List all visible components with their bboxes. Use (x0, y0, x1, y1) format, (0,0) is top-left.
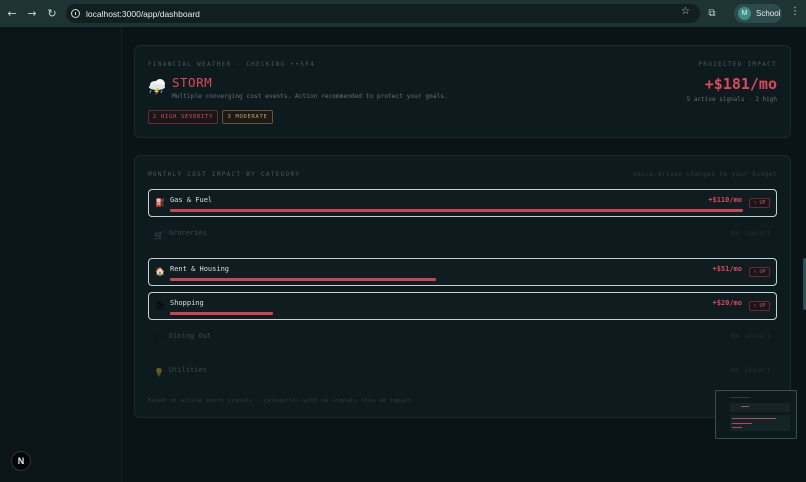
lightbulb-icon: 💡 (154, 368, 164, 377)
projected-impact-label: Projected impact (698, 61, 777, 68)
shopping-bag-icon: 🛍 (155, 301, 166, 310)
category-row[interactable]: 🍽 Dining Out No impact (148, 326, 777, 354)
weather-label: Financial weather · checking ••5F4 (148, 61, 316, 68)
profile-button[interactable]: M School (734, 4, 782, 23)
nextjs-dev-badge[interactable]: N (11, 451, 31, 471)
category-amount: +$110/mo (708, 196, 742, 204)
no-impact-label: No impact (731, 332, 771, 340)
no-impact-label: No impact (731, 366, 771, 374)
trend-up-badge: ↑ UP (749, 267, 770, 277)
category-row[interactable]: ⛽ Gas & Fuel +$110/mo ↑ UP (148, 189, 777, 217)
impact-title: Monthly cost impact by category (148, 171, 301, 178)
category-name: Gas & Fuel (170, 196, 213, 204)
address-bar[interactable]: localhost:3000/app/dashboard ☆ (66, 4, 700, 23)
category-name: Groceries (169, 229, 207, 237)
impact-bar-track (170, 209, 743, 212)
avatar: M (738, 7, 751, 20)
storm-cloud-icon (149, 79, 165, 95)
browser-menu-icon[interactable]: ⋮ (790, 6, 800, 21)
forward-icon[interactable]: → (22, 4, 42, 24)
house-icon: 🏠 (155, 267, 165, 276)
impact-bar-fill (170, 278, 437, 281)
category-amount: +$51/mo (712, 265, 742, 273)
back-icon[interactable]: ← (2, 4, 22, 24)
reload-icon[interactable]: ↻ (42, 4, 62, 24)
category-name: Shopping (170, 299, 204, 307)
high-severity-badge[interactable]: 2 high severity (148, 110, 218, 124)
projected-impact-subtext: 5 active signals · 2 high (686, 96, 777, 103)
category-row[interactable]: 💡 Utilities No impact (148, 360, 777, 388)
fuel-pump-icon: ⛽ (155, 198, 165, 207)
impact-bar-track (170, 278, 743, 281)
shopping-cart-icon: 🛒 (154, 231, 164, 240)
category-name: Rent & Housing (170, 265, 230, 273)
weather-description: Multiple converging cost events. Action … (172, 93, 448, 100)
financial-weather-card: Financial weather · checking ••5F4 Proje… (134, 45, 791, 138)
browser-toolbar: ← → ↻ localhost:3000/app/dashboard ☆ ⧉ M… (0, 0, 806, 27)
impact-footnote: Based on active macro signals · categori… (148, 398, 412, 404)
impact-bar-track (170, 312, 743, 315)
bookmark-star-icon[interactable]: ☆ (681, 6, 690, 17)
no-impact-label: No impact (731, 229, 771, 237)
extensions-icon[interactable]: ⧉ (705, 4, 719, 22)
category-row[interactable]: 🛍 Shopping +$20/mo ↑ UP (148, 292, 777, 320)
screenshot-thumbnail[interactable] (715, 390, 797, 439)
sidebar (0, 27, 122, 482)
category-row[interactable]: 🛒 Groceries No impact (148, 223, 777, 251)
site-info-icon[interactable] (71, 9, 80, 18)
impact-bar-fill (170, 209, 743, 212)
impact-hint: macro-driven changes to your budget (633, 171, 777, 178)
category-amount: +$20/mo (712, 299, 742, 307)
profile-name: School (756, 9, 781, 18)
weather-status: STORM (172, 75, 213, 90)
projected-impact-value: +$181/mo (704, 75, 777, 93)
impact-bar-fill (170, 312, 274, 315)
moderate-badge[interactable]: 3 moderate (222, 110, 273, 124)
fork-knife-icon: 🍽 (154, 334, 165, 343)
category-impact-card: Monthly cost impact by category macro-dr… (134, 155, 791, 418)
trend-up-badge: ↑ UP (749, 198, 770, 208)
category-name: Dining Out (169, 332, 212, 340)
url-text[interactable]: localhost:3000/app/dashboard (86, 9, 200, 19)
category-name: Utilities (169, 366, 207, 374)
trend-up-badge: ↑ UP (749, 301, 770, 311)
category-row[interactable]: 🏠 Rent & Housing +$51/mo ↑ UP (148, 258, 777, 286)
